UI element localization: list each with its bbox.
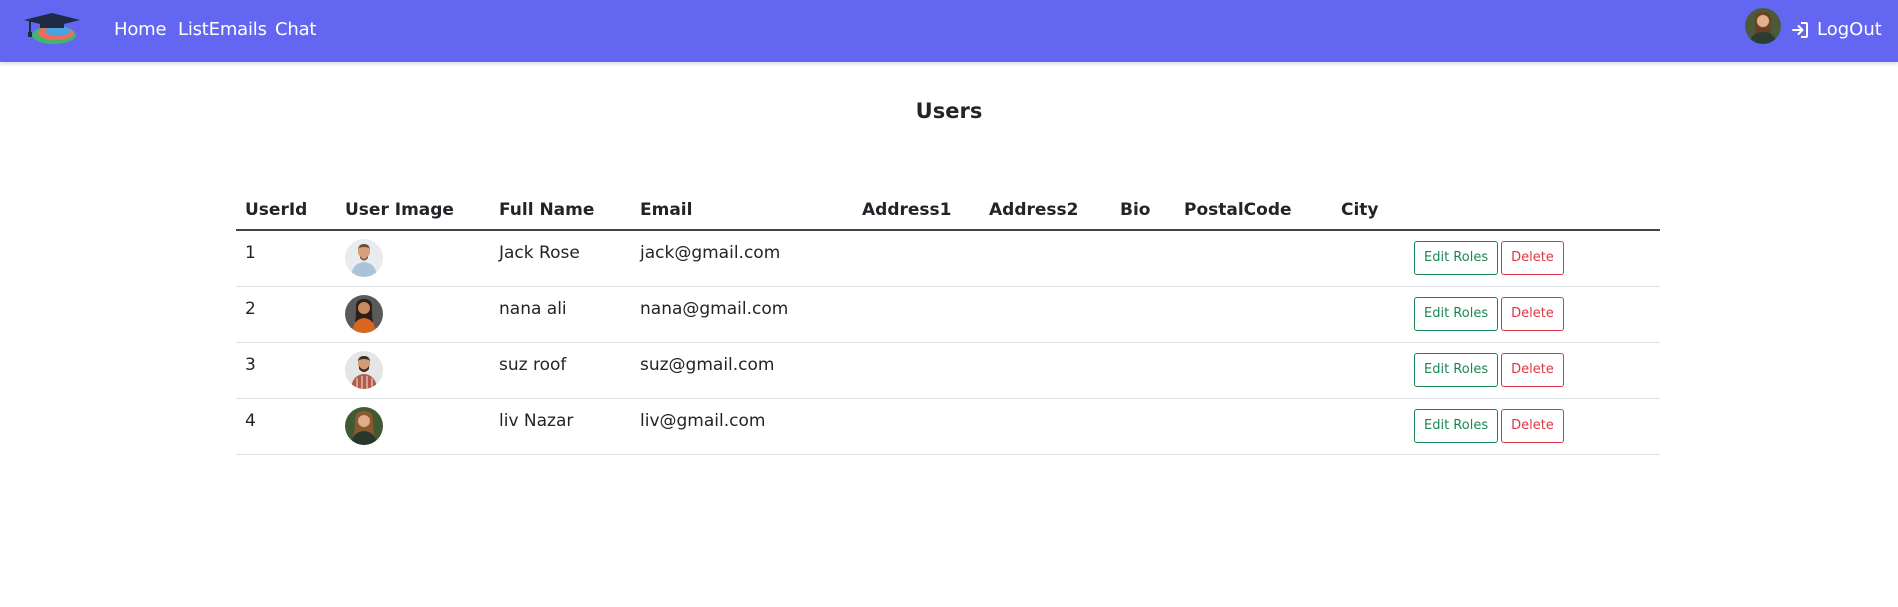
cell-user-image	[336, 398, 490, 455]
user-avatar	[345, 239, 383, 278]
cell-address2	[980, 230, 1111, 287]
cell-userid: 2	[236, 286, 336, 343]
cell-address1	[853, 398, 980, 455]
header-postal-code: PostalCode	[1175, 190, 1332, 231]
users-table: UserId User Image Full Name Email Addres…	[236, 190, 1660, 455]
delete-button[interactable]: Delete	[1501, 353, 1564, 387]
cell-address1	[853, 342, 980, 399]
cell-bio	[1111, 230, 1175, 287]
header-address1: Address1	[853, 190, 980, 231]
sign-in-arrow-icon	[1792, 21, 1808, 38]
cell-actions: Edit Roles Delete	[1405, 342, 1660, 399]
cell-full-name: nana ali	[490, 286, 631, 343]
cell-bio	[1111, 398, 1175, 455]
cell-city	[1332, 342, 1405, 399]
cell-full-name: Jack Rose	[490, 230, 631, 287]
cell-userid: 3	[236, 342, 336, 399]
edit-roles-button[interactable]: Edit Roles	[1414, 241, 1499, 276]
delete-button[interactable]: Delete	[1501, 409, 1564, 443]
user-avatar	[345, 407, 383, 445]
cell-city	[1332, 230, 1405, 287]
header-city: City	[1332, 190, 1405, 231]
cell-email: jack@gmail.com	[631, 230, 853, 287]
cell-address1	[853, 230, 980, 287]
cell-address2	[980, 398, 1111, 455]
header-actions	[1405, 190, 1660, 231]
table-row: 1 Jack Rose jack@gmail.com Edit Roles De…	[236, 230, 1660, 287]
cell-actions: Edit Roles Delete	[1405, 286, 1660, 343]
nav-link-listemails[interactable]: ListEmails	[178, 19, 267, 40]
cell-full-name: suz roof	[490, 342, 631, 399]
cell-userid: 1	[236, 230, 336, 287]
edit-roles-button[interactable]: Edit Roles	[1414, 409, 1499, 443]
header-bio: Bio	[1111, 190, 1175, 231]
cell-address1	[853, 286, 980, 343]
edit-roles-button[interactable]: Edit Roles	[1414, 297, 1499, 331]
current-user-avatar[interactable]	[1745, 8, 1781, 44]
cell-city	[1332, 398, 1405, 455]
cell-bio	[1111, 342, 1175, 399]
cell-actions: Edit Roles Delete	[1405, 398, 1660, 455]
logout-label: LogOut	[1817, 19, 1882, 40]
user-avatar	[345, 351, 383, 389]
table-row: 2 nana ali nana@gmail.com Edit Roles Del…	[236, 286, 1660, 343]
delete-button[interactable]: Delete	[1501, 297, 1564, 331]
cell-postal-code	[1175, 342, 1332, 399]
cell-email: nana@gmail.com	[631, 286, 853, 343]
cell-actions: Edit Roles Delete	[1405, 230, 1660, 287]
header-address2: Address2	[980, 190, 1111, 231]
cell-bio	[1111, 286, 1175, 343]
graduation-cap-logo[interactable]	[22, 11, 84, 47]
header-user-image: User Image	[336, 190, 490, 231]
page-title: Users	[915, 99, 983, 123]
cell-email: suz@gmail.com	[631, 342, 853, 399]
header-email: Email	[631, 190, 853, 231]
cell-user-image	[336, 342, 490, 399]
table-header-row: UserId User Image Full Name Email Addres…	[236, 190, 1660, 231]
header-userid: UserId	[236, 190, 336, 231]
cell-postal-code	[1175, 398, 1332, 455]
user-avatar	[345, 295, 383, 333]
header-full-name: Full Name	[490, 190, 631, 231]
cell-postal-code	[1175, 230, 1332, 287]
delete-button[interactable]: Delete	[1501, 241, 1564, 276]
cell-userid: 4	[236, 398, 336, 455]
top-navbar: Home ListEmails Chat LogOut	[0, 0, 1898, 62]
cell-full-name: liv Nazar	[490, 398, 631, 455]
cell-postal-code	[1175, 286, 1332, 343]
table-row: 3 suz roof suz@gmail.com Edit Roles Dele…	[236, 342, 1660, 399]
cell-city	[1332, 286, 1405, 343]
cell-address2	[980, 286, 1111, 343]
cell-address2	[980, 342, 1111, 399]
logout-link[interactable]: LogOut	[1790, 19, 1882, 40]
cell-user-image	[336, 286, 490, 343]
nav-link-chat[interactable]: Chat	[275, 19, 316, 40]
nav-link-home[interactable]: Home	[114, 19, 167, 40]
cell-email: liv@gmail.com	[631, 398, 853, 455]
table-row: 4 liv Nazar liv@gmail.com Edit Roles Del…	[236, 398, 1660, 455]
cell-user-image	[336, 230, 490, 287]
edit-roles-button[interactable]: Edit Roles	[1414, 353, 1499, 387]
